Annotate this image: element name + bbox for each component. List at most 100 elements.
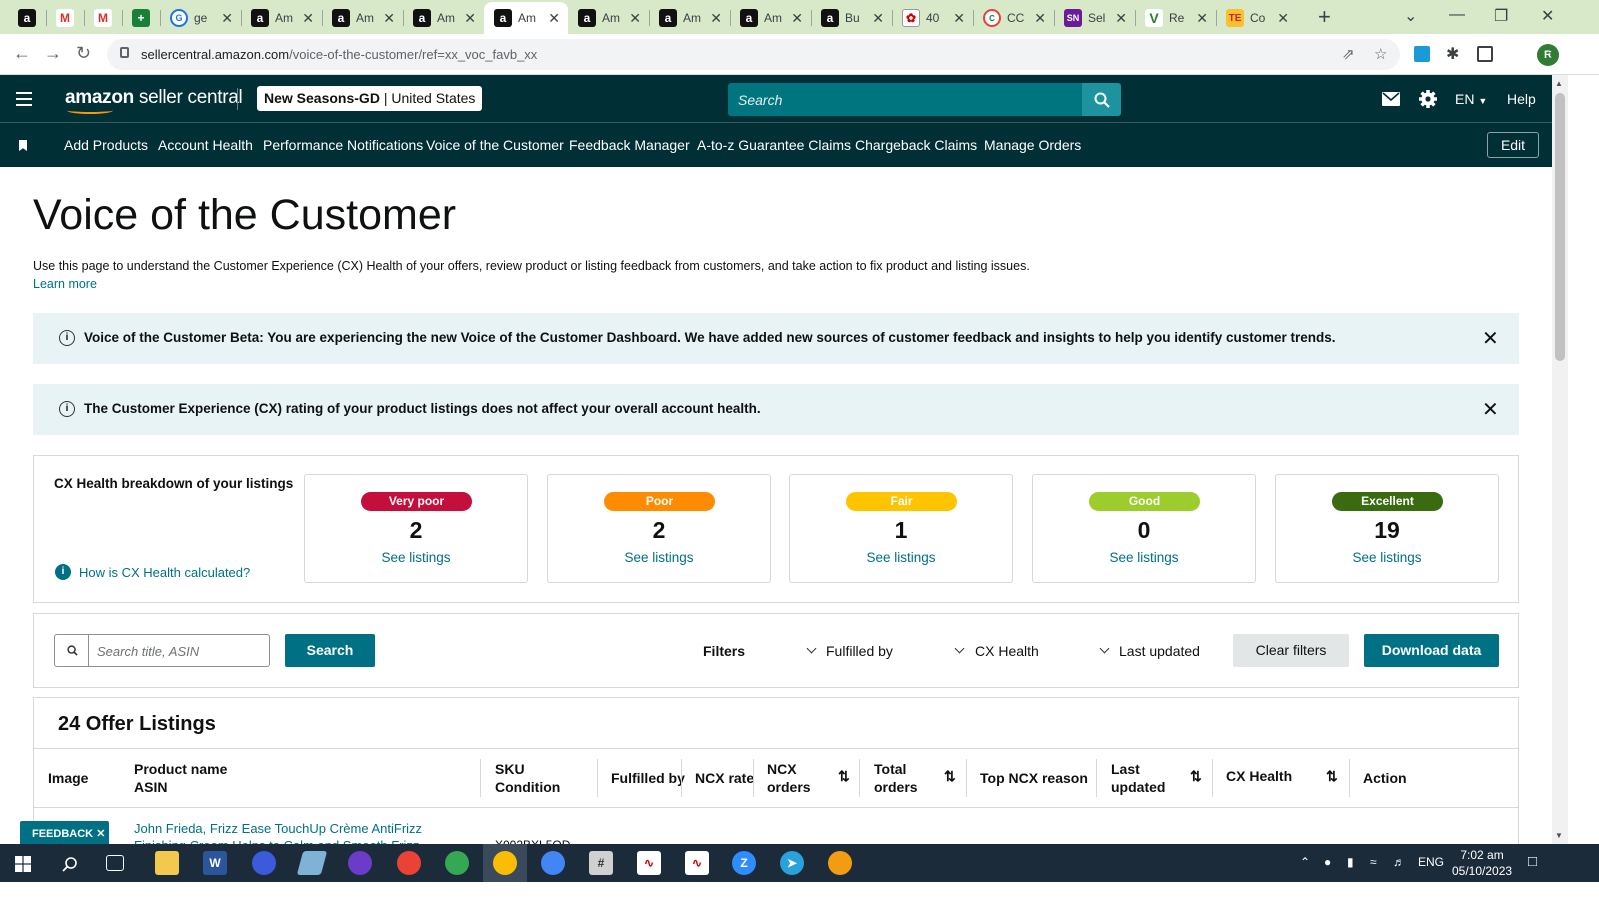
close-icon[interactable]: ✕ [96, 828, 105, 840]
close-tab-icon[interactable]: ✕ [1277, 10, 1289, 27]
search-input[interactable]: Search title, ASIN [97, 644, 199, 659]
see-listings-link[interactable]: See listings [305, 550, 527, 565]
side-panel-icon[interactable] [1477, 46, 1493, 62]
browser-tab[interactable]: a [8, 4, 46, 32]
close-tab-icon[interactable]: ✕ [548, 10, 560, 27]
browser-tab[interactable]: SN Sel ✕ [1054, 4, 1135, 32]
browser-tab[interactable]: a Am ✕ [403, 4, 484, 32]
notifications-icon[interactable]: □ [1528, 853, 1537, 870]
chrome-icon[interactable] [397, 851, 421, 875]
close-tab-icon[interactable]: ✕ [464, 10, 476, 27]
calculator-icon[interactable]: # [589, 851, 613, 875]
chevron-down-icon[interactable] [1099, 643, 1110, 654]
hamburger-menu-icon[interactable] [16, 92, 32, 106]
browser-tab[interactable]: a Am ✕ [649, 4, 730, 32]
page-scrollbar[interactable]: ▲ ▼ [1552, 75, 1568, 844]
browser-tab[interactable]: ✿ 40 ✕ [892, 4, 973, 32]
microphone-icon[interactable]: ● [1324, 855, 1331, 869]
help-link[interactable]: Help [1507, 91, 1536, 107]
taskbar-search-icon[interactable] [62, 856, 78, 872]
close-icon[interactable]: ✕ [1482, 397, 1499, 422]
listing-search-field[interactable]: Search title, ASIN [54, 634, 270, 667]
sort-icon[interactable]: ⇅ [944, 768, 956, 785]
close-window-icon[interactable]: ✕ [1541, 6, 1554, 26]
close-icon[interactable]: ✕ [1482, 326, 1499, 351]
browser-tab[interactable]: Gge ✕ [160, 4, 241, 32]
forward-icon[interactable]: → [44, 43, 62, 64]
url-field[interactable]: sellercentral.amazon.com/voice-of-the-cu… [107, 39, 1400, 70]
system-clock[interactable]: 7:02 am 05/10/2023 [1452, 847, 1512, 879]
nav-performance-notifications[interactable]: Performance Notifications [263, 137, 423, 153]
settings-gear-icon[interactable] [1418, 89, 1438, 109]
browser-tab[interactable]: C CC ✕ [973, 4, 1054, 32]
store-selector[interactable]: New Seasons-GD | United States [257, 86, 483, 111]
scroll-up-icon[interactable]: ▲ [1555, 79, 1563, 88]
wifi-icon[interactable]: ≈ [1370, 855, 1377, 869]
product-name-link[interactable]: John Frieda, Frizz Ease TouchUp Crème An… [134, 821, 422, 836]
nav-feedback-manager[interactable]: Feedback Manager [569, 137, 690, 153]
fulfilled-by-dropdown[interactable]: Fulfilled by [826, 643, 893, 659]
minimize-icon[interactable]: — [1449, 6, 1465, 24]
browser-tab[interactable]: M [46, 4, 84, 32]
zoom-icon[interactable]: Z [732, 851, 756, 875]
nav-manage-orders[interactable]: Manage Orders [984, 137, 1081, 153]
close-tab-icon[interactable]: ✕ [629, 10, 641, 27]
see-listings-link[interactable]: See listings [1276, 550, 1498, 565]
chrome-icon[interactable] [493, 851, 517, 875]
word-icon[interactable]: W [203, 851, 227, 875]
cx-health-calc-link[interactable]: i How is CX Health calculated? [55, 564, 250, 580]
browser-tab[interactable]: + [122, 4, 160, 32]
search-button[interactable]: Search [285, 634, 375, 667]
download-data-button[interactable]: Download data [1364, 634, 1499, 667]
file-explorer-icon[interactable] [155, 851, 179, 875]
extension-fba-icon[interactable] [1414, 46, 1430, 62]
input-language[interactable]: ENG [1418, 855, 1444, 869]
header-search-button[interactable] [1082, 83, 1121, 116]
task-view-icon[interactable] [106, 855, 124, 871]
scroll-down-icon[interactable]: ▼ [1555, 831, 1563, 840]
messenger-icon[interactable] [348, 851, 372, 875]
browser-tab[interactable]: M [84, 4, 122, 32]
nav-voice-of-the-customer[interactable]: Voice of the Customer [426, 137, 564, 153]
chart-app-icon[interactable]: ∿ [685, 851, 709, 875]
app-icon[interactable] [828, 851, 852, 875]
sort-icon[interactable]: ⇅ [1326, 768, 1338, 785]
close-tab-icon[interactable]: ✕ [221, 10, 233, 27]
close-tab-icon[interactable]: ✕ [1196, 10, 1208, 27]
nav-add-products[interactable]: Add Products [64, 137, 148, 153]
close-tab-icon[interactable]: ✕ [872, 10, 884, 27]
close-tab-icon[interactable]: ✕ [383, 10, 395, 27]
back-icon[interactable]: ← [13, 43, 31, 64]
mail-icon[interactable] [1382, 92, 1400, 106]
language-selector[interactable]: EN ▼ [1455, 91, 1487, 107]
see-listings-link[interactable]: See listings [548, 550, 770, 565]
windows-start-icon[interactable] [15, 856, 31, 872]
restore-icon[interactable]: ❐ [1494, 6, 1508, 26]
notes-icon[interactable] [296, 851, 328, 875]
cx-health-dropdown[interactable]: CX Health [975, 643, 1039, 659]
sort-icon[interactable]: ⇅ [1190, 768, 1202, 785]
bookmark-icon[interactable] [19, 140, 27, 151]
amazon-seller-central-logo[interactable]: amazon seller central [65, 87, 243, 114]
volume-icon[interactable]: ♬ [1393, 855, 1405, 869]
learn-more-link[interactable]: Learn more [33, 277, 97, 291]
browser-tab[interactable]: a Am ✕ [241, 4, 322, 32]
battery-icon[interactable]: ▮ [1347, 855, 1354, 869]
close-tab-icon[interactable]: ✕ [791, 10, 803, 27]
extensions-puzzle-icon[interactable]: ✱ [1446, 44, 1462, 63]
close-tab-icon[interactable]: ✕ [302, 10, 314, 27]
scrollbar-thumb[interactable] [1555, 93, 1565, 361]
close-tab-icon[interactable]: ✕ [1115, 10, 1127, 27]
nav-account-health[interactable]: Account Health [158, 137, 253, 153]
close-tab-icon[interactable]: ✕ [1034, 10, 1046, 27]
browser-tab[interactable]: a Bu ✕ [811, 4, 892, 32]
chevron-down-icon[interactable] [954, 643, 965, 654]
bookmark-star-icon[interactable]: ☆ [1374, 45, 1387, 63]
app-icon[interactable] [252, 851, 276, 875]
browser-tab[interactable]: a Am ✕ [730, 4, 811, 32]
browser-tab[interactable]: a Am ✕ [322, 4, 403, 32]
share-icon[interactable]: ⇗ [1342, 45, 1355, 63]
header-search-input[interactable]: Search [728, 83, 1082, 116]
last-updated-dropdown[interactable]: Last updated [1119, 643, 1200, 659]
new-tab-icon[interactable]: + [1318, 4, 1331, 30]
